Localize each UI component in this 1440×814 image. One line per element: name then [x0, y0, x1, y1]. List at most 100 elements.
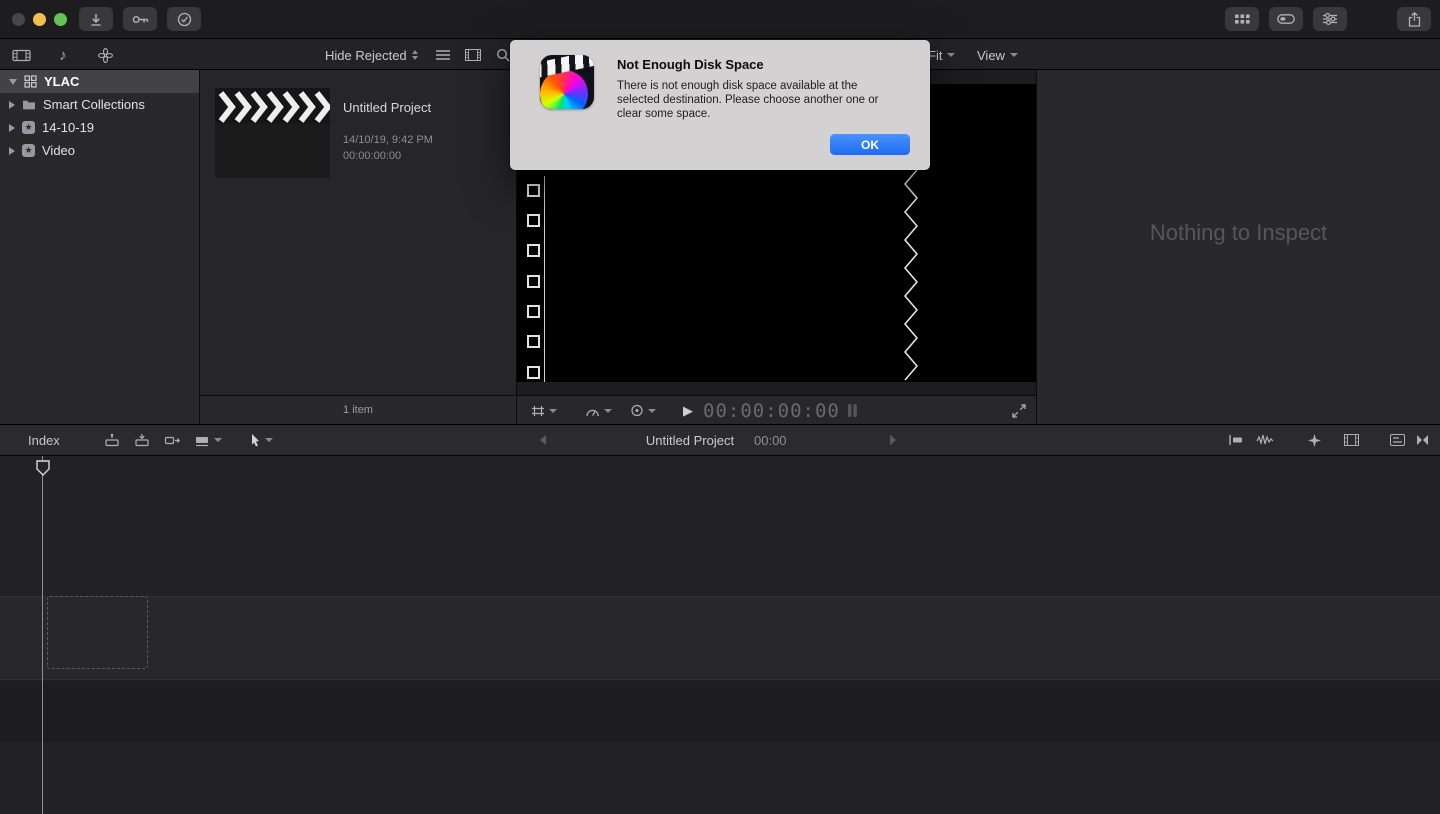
browser-toggle-button[interactable]: [1225, 7, 1259, 31]
color-wheel-icon: [630, 404, 644, 417]
index-button[interactable]: Index: [28, 425, 60, 455]
browser-panel: Untitled Project 14/10/19, 9:42 PM 00:00…: [200, 70, 517, 424]
project-thumbnail[interactable]: [215, 88, 330, 178]
share-button[interactable]: [1397, 7, 1431, 31]
sidebar-item-event-14-10-19[interactable]: ★ 14-10-19: [0, 116, 199, 139]
insert-edit-icon: [134, 433, 150, 447]
transitions-browser-button[interactable]: [1416, 425, 1429, 455]
timeline-forward-button[interactable]: [890, 425, 896, 455]
bowtie-icon: [1416, 434, 1429, 446]
search-icon: [496, 48, 510, 62]
view-label: View: [977, 47, 1005, 63]
retime-menu-button[interactable]: [585, 396, 612, 425]
inspector-panel: Nothing to Inspect: [1037, 70, 1440, 424]
hamburger-icon: [436, 50, 450, 60]
viewer-timecode-field[interactable]: 00:00:00:00: [703, 396, 840, 425]
chevron-down-icon: [265, 438, 273, 442]
film-tear-zigzag: [903, 170, 919, 382]
inspector-toggle-button[interactable]: [1313, 7, 1347, 31]
chevron-right-icon: [890, 435, 896, 445]
check-circle-icon: [177, 12, 192, 27]
chevron-down-icon: [214, 438, 222, 442]
music-browser-button[interactable]: ♪: [50, 40, 76, 70]
library-grid-icon: [24, 75, 37, 88]
media-browser-button[interactable]: [1344, 425, 1359, 455]
gap-clip-placeholder[interactable]: [47, 596, 148, 669]
clip-duration: 00:00:00:00: [343, 150, 402, 162]
clip-skimming-button[interactable]: [1228, 425, 1244, 455]
timeline-project-menu[interactable]: Untitled Project: [620, 425, 760, 455]
folder-icon: [22, 99, 36, 110]
dialog-body-text: There is not enough disk space available…: [617, 80, 879, 121]
insert-clip-button[interactable]: [134, 425, 150, 455]
crop-menu-button[interactable]: [531, 396, 557, 425]
timeline-back-button[interactable]: [540, 425, 546, 455]
timeline-duration: 00:00: [754, 425, 787, 455]
playhead-line[interactable]: [42, 456, 43, 814]
clip-list-view-button[interactable]: [431, 40, 455, 70]
append-clip-button[interactable]: [164, 425, 180, 455]
filter-label: Hide Rejected: [325, 47, 407, 63]
four-point-star-icon: [1308, 433, 1321, 447]
timeline-duration-value: 00:00: [754, 432, 787, 448]
skimming-icon: [1228, 434, 1244, 446]
sidebar-item-smart-collections[interactable]: Smart Collections: [0, 93, 199, 116]
disclosure-right-icon[interactable]: [9, 146, 15, 155]
timeline-area[interactable]: [0, 456, 1440, 814]
share-icon: [1408, 11, 1421, 27]
audio-meters-icon[interactable]: [847, 396, 858, 425]
minimize-window-button[interactable]: [33, 13, 46, 26]
clip-title: Untitled Project: [343, 100, 432, 115]
fullscreen-button[interactable]: [1012, 396, 1026, 425]
background-tasks-button[interactable]: [167, 7, 201, 31]
inspector-empty-text: Nothing to Inspect: [1149, 220, 1328, 245]
film-edge-line: [544, 176, 545, 382]
filmstrip-import-icon: [11, 48, 31, 63]
index-label: Index: [28, 432, 60, 448]
fit-zoom-menu[interactable]: Fit: [928, 40, 956, 70]
project-clip[interactable]: Untitled Project 14/10/19, 9:42 PM 00:00…: [215, 88, 433, 178]
film-frame-icon: [1344, 434, 1359, 446]
timeline-appearance-button[interactable]: [1390, 425, 1405, 455]
disclosure-right-icon[interactable]: [9, 100, 15, 109]
playhead-handle[interactable]: [36, 460, 50, 476]
audio-skimming-button[interactable]: [1256, 425, 1274, 455]
dialog-title: Not Enough Disk Space: [617, 57, 764, 72]
sidebar-item-event-video[interactable]: ★ Video: [0, 139, 199, 162]
close-window-button[interactable]: [12, 13, 25, 26]
sliders-icon: [1323, 13, 1337, 25]
keying-button[interactable]: [123, 7, 157, 31]
chevron-down-icon: [648, 408, 656, 413]
photos-browser-button[interactable]: [92, 40, 118, 70]
final-cut-pro-window: ♪ Hide Rejected Fit View YLAC Smart Coll…: [0, 0, 1440, 814]
connect-clip-button[interactable]: [104, 425, 120, 455]
filter-control[interactable]: Hide Rejected: [325, 40, 418, 70]
timeline-toggle-button[interactable]: [1269, 7, 1303, 31]
zoom-window-button[interactable]: [54, 13, 67, 26]
sidebar-item-label: Video: [42, 143, 76, 158]
view-menu[interactable]: View: [977, 40, 1018, 70]
grid-view-icon: [1234, 14, 1250, 25]
primary-storyline-lane: [0, 596, 1440, 680]
clip-date: 14/10/19, 9:42 PM: [343, 134, 433, 146]
clip-metadata: Untitled Project 14/10/19, 9:42 PM 00:00…: [343, 88, 433, 178]
play-button[interactable]: ▶: [683, 396, 693, 425]
effects-menu-button[interactable]: [630, 396, 656, 425]
chevron-filmstrip-art: [215, 88, 330, 178]
sidebar-item-library[interactable]: YLAC: [0, 70, 199, 93]
film-sprocket: [527, 366, 540, 379]
connect-edit-icon: [104, 433, 120, 447]
tool-select-button[interactable]: [250, 425, 273, 455]
import-button[interactable]: [79, 7, 113, 31]
chevron-down-icon: [604, 408, 612, 413]
overwrite-clip-button[interactable]: [194, 425, 222, 455]
disclosure-down-icon[interactable]: [9, 78, 17, 85]
media-import-sidebar-button[interactable]: [8, 40, 34, 70]
arrow-cursor-icon: [250, 433, 261, 447]
effects-browser-button[interactable]: [1308, 425, 1321, 455]
disclosure-right-icon[interactable]: [9, 123, 15, 132]
filmstrip-view-button[interactable]: [461, 40, 485, 70]
sidebar-item-label: Smart Collections: [43, 97, 145, 112]
stadium-icon: [1277, 14, 1295, 24]
ok-button[interactable]: OK: [830, 134, 910, 155]
